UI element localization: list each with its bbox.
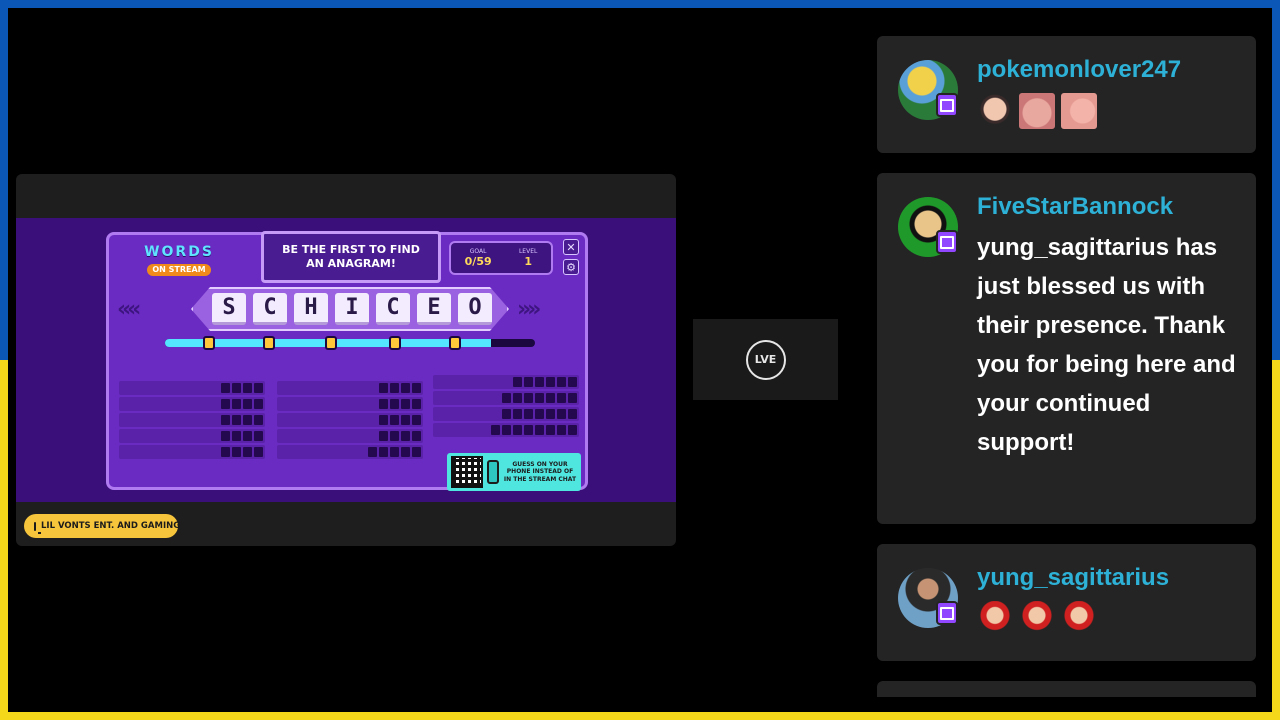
chat-message: pokemonlover247 [877, 36, 1256, 153]
monitor-icon [34, 521, 41, 534]
word-slot [433, 391, 579, 405]
channel-name: LIL VONTS ENT. AND GAMING [41, 521, 181, 531]
chat-username[interactable]: yung_sagittarius [977, 564, 1169, 592]
word-slots-column [277, 381, 423, 461]
chat-message-partial [877, 681, 1256, 697]
word-slot [119, 413, 265, 427]
word-slot [277, 445, 423, 459]
logo-line-2: ON STREAM [147, 264, 211, 276]
heart-character-emote [1061, 601, 1097, 637]
chat-message: yung_sagittarius [877, 544, 1256, 661]
lock-icon [325, 336, 337, 350]
nose-emote [1061, 93, 1097, 129]
live-label: LVE [745, 339, 786, 380]
chat-message: FiveStarBannock yung_sagittarius has jus… [877, 173, 1256, 524]
face-emote [977, 93, 1013, 129]
chat-username[interactable]: FiveStarBannock [977, 193, 1173, 221]
live-indicator: LVE [693, 319, 838, 400]
word-slot [277, 429, 423, 443]
letter-tile: C [253, 293, 287, 325]
word-slot [277, 413, 423, 427]
chevrons-right-icon: ›››› [517, 297, 541, 322]
goal-level-panel: GOAL 0/59 LEVEL 1 [449, 241, 553, 275]
logo-line-1: WORDS [144, 244, 214, 260]
stream-overlay: WORDS ON STREAM BE THE FIRST TO FIND AN … [8, 8, 1272, 712]
letter-tile: O [458, 293, 492, 325]
phone-guess-text: GUESS ON YOUR PHONE INSTEAD OF IN THE ST… [503, 460, 577, 483]
goal-counter: GOAL 0/59 [465, 248, 492, 268]
word-slot [433, 423, 579, 437]
lock-icon [263, 336, 275, 350]
word-slot [119, 397, 265, 411]
lock-icon [389, 336, 401, 350]
emote-row [977, 601, 1097, 637]
word-slot [277, 381, 423, 395]
letter-tile: H [294, 293, 328, 325]
word-slot [433, 375, 579, 389]
letter-tile: S [212, 293, 246, 325]
gear-icon[interactable]: ⚙ [563, 259, 579, 275]
phone-icon [487, 460, 499, 484]
level-progress-bar [165, 339, 535, 347]
letter-tile: I [335, 293, 369, 325]
chevrons-left-icon: ‹‹‹‹ [117, 297, 141, 322]
heart-character-emote [977, 601, 1013, 637]
game-board: WORDS ON STREAM BE THE FIRST TO FIND AN … [106, 231, 588, 491]
game-instruction-banner: BE THE FIRST TO FIND AN ANAGRAM! [261, 231, 441, 283]
qr-code[interactable] [451, 456, 483, 488]
twitch-icon [936, 93, 958, 117]
lock-icon [203, 336, 215, 350]
chat-username[interactable]: pokemonlover247 [977, 56, 1181, 84]
video-player[interactable]: WORDS ON STREAM BE THE FIRST TO FIND AN … [16, 174, 676, 546]
word-slot [119, 445, 265, 459]
letter-tile: E [417, 293, 451, 325]
level-counter: LEVEL 1 [519, 248, 537, 268]
level-caption: LEVEL [518, 248, 538, 255]
goal-caption: GOAL [469, 248, 487, 255]
glasses-emote [1019, 93, 1055, 129]
twitch-icon [936, 601, 958, 625]
word-slot [119, 381, 265, 395]
level-value: 1 [524, 255, 532, 268]
goal-value: 0/59 [464, 255, 492, 268]
word-slots-column [119, 381, 265, 461]
word-slot [433, 407, 579, 421]
chat-message-text: yung_sagittarius has just blessed us wit… [977, 234, 1236, 456]
close-icon[interactable]: ✕ [563, 239, 579, 255]
word-slot [119, 429, 265, 443]
word-slot [277, 397, 423, 411]
letter-tiles: S C H I C E O [207, 291, 497, 327]
heart-character-emote [1019, 601, 1055, 637]
word-slots-column [433, 375, 579, 439]
game-frame: WORDS ON STREAM BE THE FIRST TO FIND AN … [16, 218, 676, 502]
phone-guess-panel[interactable]: GUESS ON YOUR PHONE INSTEAD OF IN THE ST… [447, 453, 581, 491]
letter-tile: C [376, 293, 410, 325]
words-on-stream-logo: WORDS ON STREAM [139, 245, 219, 283]
channel-name-pill[interactable]: LIL VONTS ENT. AND GAMING [24, 514, 181, 538]
lock-icon [449, 336, 461, 350]
twitch-icon [936, 230, 958, 254]
emote-row [977, 93, 1097, 129]
